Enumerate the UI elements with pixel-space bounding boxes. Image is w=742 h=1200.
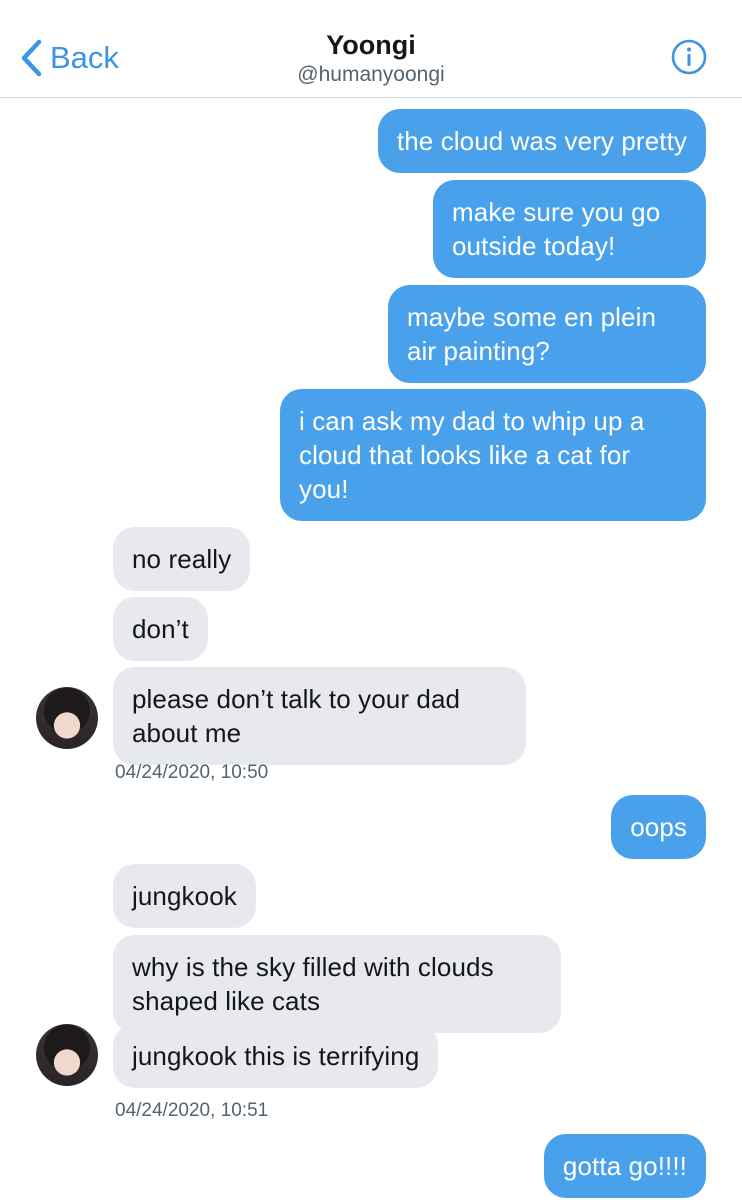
avatar[interactable] <box>36 687 98 749</box>
message-bubble-outgoing[interactable]: gotta go!!!! <box>543 1134 706 1198</box>
message-bubble-outgoing[interactable]: maybe some en plein air painting? <box>388 285 706 383</box>
contact-name: Yoongi <box>326 30 416 60</box>
message-bubble-incoming[interactable]: no really <box>113 527 251 591</box>
message-bubble-incoming[interactable]: please don’t talk to your dad about me <box>113 667 526 765</box>
message-bubble-outgoing[interactable]: oops <box>611 795 706 859</box>
message-bubble-incoming[interactable]: why is the sky filled with clouds shaped… <box>113 935 561 1033</box>
info-button[interactable] <box>671 39 707 75</box>
message-timestamp: 04/24/2020, 10:50 <box>115 762 269 783</box>
info-icon <box>671 39 707 79</box>
contact-handle: @humanyoongi <box>297 63 445 86</box>
message-timestamp: 04/24/2020, 10:51 <box>115 1100 269 1121</box>
message-thread[interactable]: the cloud was very pretty make sure you … <box>0 97 742 1200</box>
message-bubble-incoming[interactable]: don’t <box>113 597 208 661</box>
message-bubble-outgoing[interactable]: i can ask my dad to whip up a cloud that… <box>280 389 706 521</box>
message-bubble-incoming[interactable]: jungkook <box>113 864 256 928</box>
avatar[interactable] <box>36 1024 98 1086</box>
conversation-title: Yoongi @humanyoongi <box>0 28 742 88</box>
message-bubble-incoming[interactable]: jungkook this is terrifying <box>113 1024 439 1088</box>
message-bubble-outgoing[interactable]: make sure you go outside today! <box>433 180 706 278</box>
message-bubble-outgoing[interactable]: the cloud was very pretty <box>377 109 706 173</box>
conversation-header: Back Yoongi @humanyoongi <box>0 0 742 98</box>
